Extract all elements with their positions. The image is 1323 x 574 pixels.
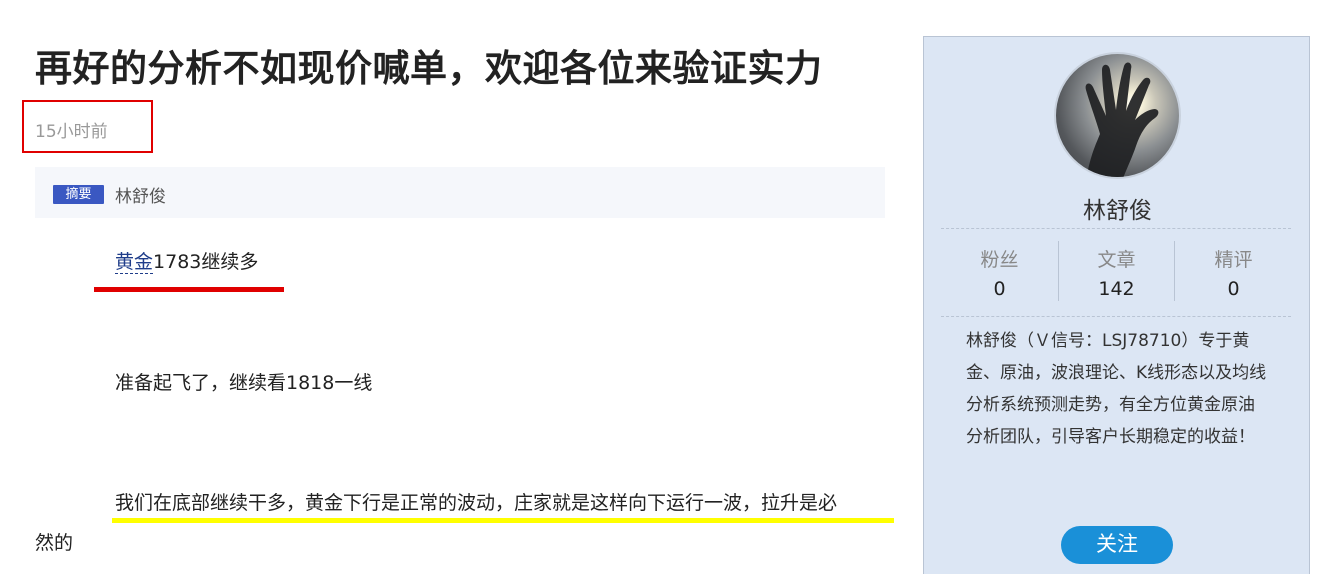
- gold-tag-link[interactable]: 黄金: [115, 251, 154, 274]
- summary-text: 林舒俊: [115, 187, 166, 207]
- publish-time: 15小时前: [35, 122, 108, 142]
- follow-button[interactable]: 关注: [1061, 526, 1173, 564]
- summary-box: 摘要 林舒俊: [35, 167, 885, 218]
- paragraph-2: 准备起飞了，继续看1818一线: [115, 372, 373, 394]
- stat-label: 粉丝: [980, 249, 1019, 271]
- stat-value: 142: [1098, 278, 1135, 300]
- paragraph-3-line-1: 我们在底部继续干多，黄金下行是正常的波动，庄家就是这样向下运行一波，拉升是必: [115, 492, 838, 514]
- author-card: 林舒俊 粉丝 0 文章 142 精评 0 林舒俊（Ｖ信号：LSJ78710）专于…: [923, 36, 1310, 574]
- paragraph-1: 黄金1783继续多: [115, 247, 258, 274]
- stat-reviews: 精评 0: [1175, 245, 1292, 300]
- stat-value: 0: [1227, 278, 1240, 300]
- summary-badge: 摘要: [53, 185, 104, 204]
- author-name[interactable]: 林舒俊: [924, 191, 1311, 225]
- article-title: 再好的分析不如现价喊单，欢迎各位来验证实力: [35, 47, 823, 90]
- hand-silhouette-icon: [1085, 62, 1159, 177]
- stat-fans: 粉丝 0: [941, 245, 1058, 300]
- stat-label: 文章: [1097, 249, 1136, 271]
- stat-value: 0: [993, 278, 1006, 300]
- stat-articles: 文章 142: [1058, 241, 1175, 301]
- stat-label: 精评: [1214, 249, 1253, 271]
- author-avatar[interactable]: [1054, 52, 1181, 179]
- underline-mark-yellow: [112, 518, 894, 523]
- divider: [941, 316, 1291, 317]
- author-bio: 林舒俊（Ｖ信号：LSJ78710）专于黄金、原油，波浪理论、K线形态以及均线分析…: [966, 331, 1267, 447]
- paragraph-3-line-2: 然的: [35, 532, 74, 554]
- underline-mark-red: [94, 287, 284, 292]
- paragraph-1-text: 1783继续多: [153, 251, 259, 273]
- divider: [941, 228, 1291, 229]
